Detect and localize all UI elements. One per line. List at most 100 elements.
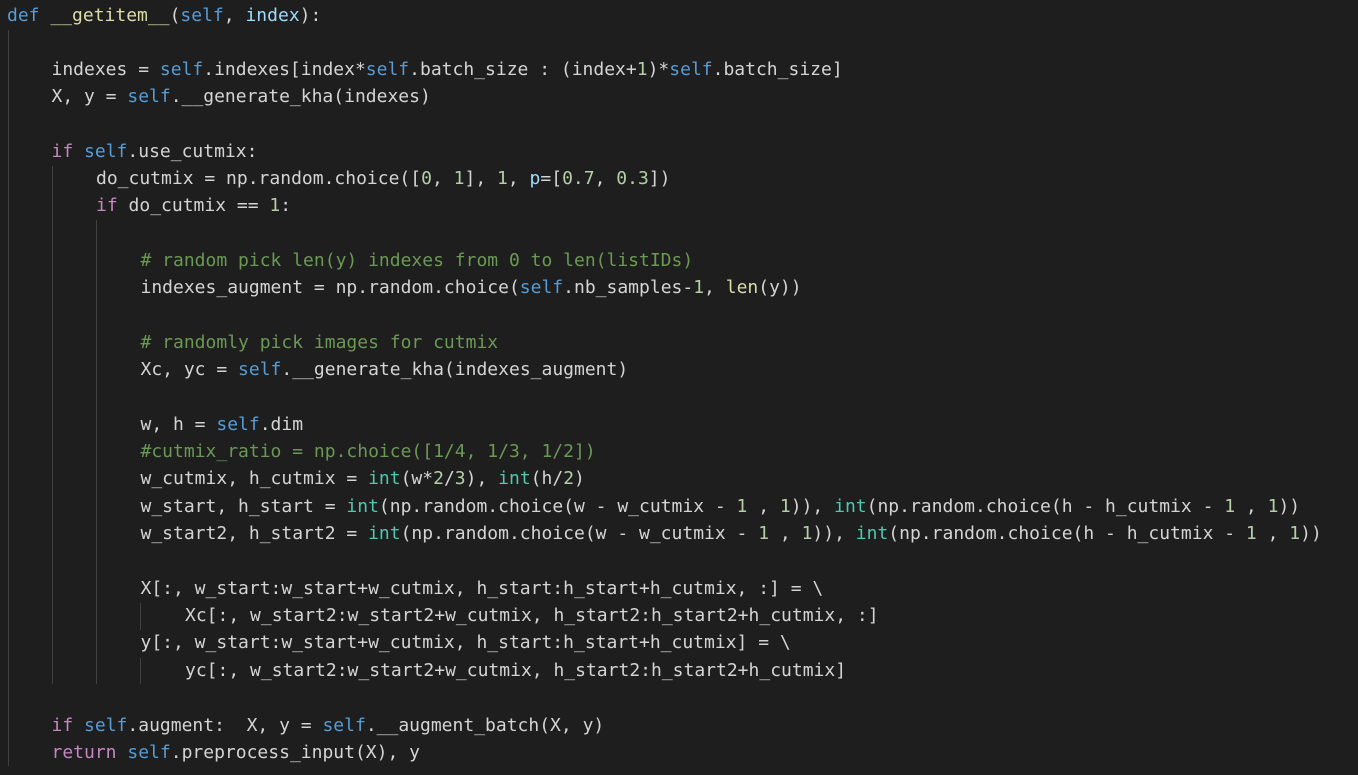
code-token: w_start2, h_start2 =	[140, 523, 369, 544]
code-token: ,	[594, 168, 617, 189]
code-token: ,	[1235, 496, 1268, 517]
code-token: self	[216, 414, 260, 435]
code-token: (np.random.choice(h - h_cutmix -	[866, 496, 1225, 517]
code-token: ],	[464, 168, 497, 189]
code-token: __getitem__	[50, 5, 170, 26]
code-token: .use_cutmix:	[127, 141, 258, 162]
code-token: ,	[223, 5, 246, 26]
code-token: .nb_samples-	[563, 277, 694, 298]
code-line[interactable]: if self.use_cutmix:	[52, 138, 258, 165]
code-token: )),	[812, 523, 856, 544]
code-token: (	[169, 5, 181, 26]
code-token: int	[368, 523, 401, 544]
code-token: 1	[1267, 496, 1279, 517]
code-line[interactable]: Xc, yc = self.__generate_kha(indexes_aug…	[141, 356, 629, 383]
code-token: int	[834, 496, 867, 517]
code-line[interactable]: w_cutmix, h_cutmix = int(w*2/3), int(h/2…	[141, 465, 585, 492]
code-token: int	[855, 523, 889, 544]
code-token: .__generate_kha(indexes)	[170, 86, 431, 107]
code-line[interactable]: w_start2, h_start2 = int(np.random.choic…	[141, 520, 1322, 547]
code-token: w_start, h_start =	[140, 496, 347, 517]
code-token: 0.7	[562, 168, 595, 189]
code-line[interactable]: X, y = self.__generate_kha(indexes)	[52, 83, 431, 110]
indent-guide	[140, 603, 141, 630]
code-token: .indexes[index*	[203, 59, 366, 80]
code-line[interactable]: indexes = self.indexes[index*self.batch_…	[52, 56, 843, 83]
code-token: do_cutmix ==	[117, 195, 270, 216]
code-token: indexes =	[51, 59, 160, 80]
code-token: ,	[431, 168, 454, 189]
code-token: indexes_augment = np.random.choice(	[140, 277, 520, 298]
code-token: p	[529, 168, 541, 189]
code-token: 0.3	[616, 168, 649, 189]
code-line[interactable]: w, h = self.dim	[141, 411, 304, 438]
code-token: self	[669, 59, 713, 80]
code-token: 1	[779, 496, 791, 517]
code-token: ,	[507, 168, 530, 189]
indent-guide	[8, 30, 9, 766]
code-token: 1	[1289, 523, 1301, 544]
code-token: 1	[636, 59, 648, 80]
code-line[interactable]: do_cutmix = np.random.choice([0, 1], 1, …	[96, 165, 670, 192]
code-line[interactable]: if self.augment: X, y = self.__augment_b…	[52, 712, 605, 739]
code-token: 2	[433, 468, 444, 489]
code-token: ,	[704, 277, 726, 298]
code-token: Xc, yc =	[140, 359, 239, 380]
indent-guide	[140, 658, 141, 684]
code-token: #cutmix_ratio = np.choice([1/4, 1/3, 1/2…	[140, 441, 596, 462]
code-token: ,	[747, 496, 780, 517]
code-token: .batch_size]	[712, 59, 843, 80]
code-token: # random pick len(y) indexes from 0 to l…	[140, 250, 694, 271]
code-token: do_cutmix = np.random.choice([	[96, 168, 422, 189]
code-token: .__generate_kha(indexes_augment)	[281, 359, 629, 380]
code-token: =[	[540, 168, 563, 189]
code-token: 1	[758, 523, 770, 544]
code-token: if	[51, 715, 74, 736]
code-token: self	[159, 59, 204, 80]
code-token: 1	[453, 168, 465, 189]
code-token: (w*	[400, 468, 434, 489]
code-token: )),	[790, 496, 835, 517]
code-token: .preprocess_input(X), y	[170, 742, 420, 763]
code-editor[interactable]: def __getitem__(self, index): indexes = s…	[0, 0, 1358, 775]
code-token: int	[368, 468, 401, 489]
code-token: self	[519, 277, 564, 298]
code-token: w_cutmix, h_cutmix =	[140, 468, 369, 489]
code-line[interactable]: return self.preprocess_input(X), y	[52, 739, 420, 766]
code-line[interactable]: # randomly pick images for cutmix	[141, 329, 499, 356]
code-line[interactable]: Xc[:, w_start2:w_start2+w_cutmix, h_star…	[185, 602, 879, 629]
code-token: # randomly pick images for cutmix	[140, 332, 499, 353]
code-token: /	[443, 468, 455, 489]
code-line[interactable]: w_start, h_start = int(np.random.choice(…	[141, 493, 1301, 520]
code-token: )	[574, 468, 585, 489]
code-token: if	[51, 141, 74, 162]
code-line[interactable]: if do_cutmix == 1:	[96, 192, 291, 219]
code-token: ))	[1300, 523, 1322, 544]
code-token: (h/	[530, 468, 564, 489]
code-line[interactable]: # random pick len(y) indexes from 0 to l…	[141, 247, 694, 274]
code-token: def	[7, 5, 40, 26]
code-token: self	[84, 141, 128, 162]
code-token: self	[238, 359, 282, 380]
code-token: X[:, w_start:w_start+w_cutmix, h_start:h…	[140, 578, 824, 599]
code-token: ):	[299, 5, 322, 26]
code-line[interactable]: def __getitem__(self, index):	[7, 2, 321, 29]
code-line[interactable]: #cutmix_ratio = np.choice([1/4, 1/3, 1/2…	[141, 438, 596, 465]
code-token: Xc[:, w_start2:w_start2+w_cutmix, h_star…	[185, 605, 879, 626]
code-line[interactable]: X[:, w_start:w_start+w_cutmix, h_start:h…	[141, 575, 824, 602]
code-token: ))	[1278, 496, 1301, 517]
code-token: 1	[736, 496, 748, 517]
code-line[interactable]: indexes_augment = np.random.choice(self.…	[141, 274, 802, 301]
code-line[interactable]: yc[:, w_start2:w_start2+w_cutmix, h_star…	[185, 657, 846, 684]
code-token: self	[322, 715, 366, 736]
code-token: len	[725, 277, 759, 298]
code-token: 2	[563, 468, 575, 489]
code-line[interactable]: y[:, w_start:w_start+w_cutmix, h_start:h…	[141, 629, 791, 656]
code-token: ,	[1256, 523, 1290, 544]
code-token: int	[498, 468, 531, 489]
code-token: 1	[269, 195, 281, 216]
indent-guide	[96, 220, 97, 684]
code-token: index	[245, 5, 300, 26]
